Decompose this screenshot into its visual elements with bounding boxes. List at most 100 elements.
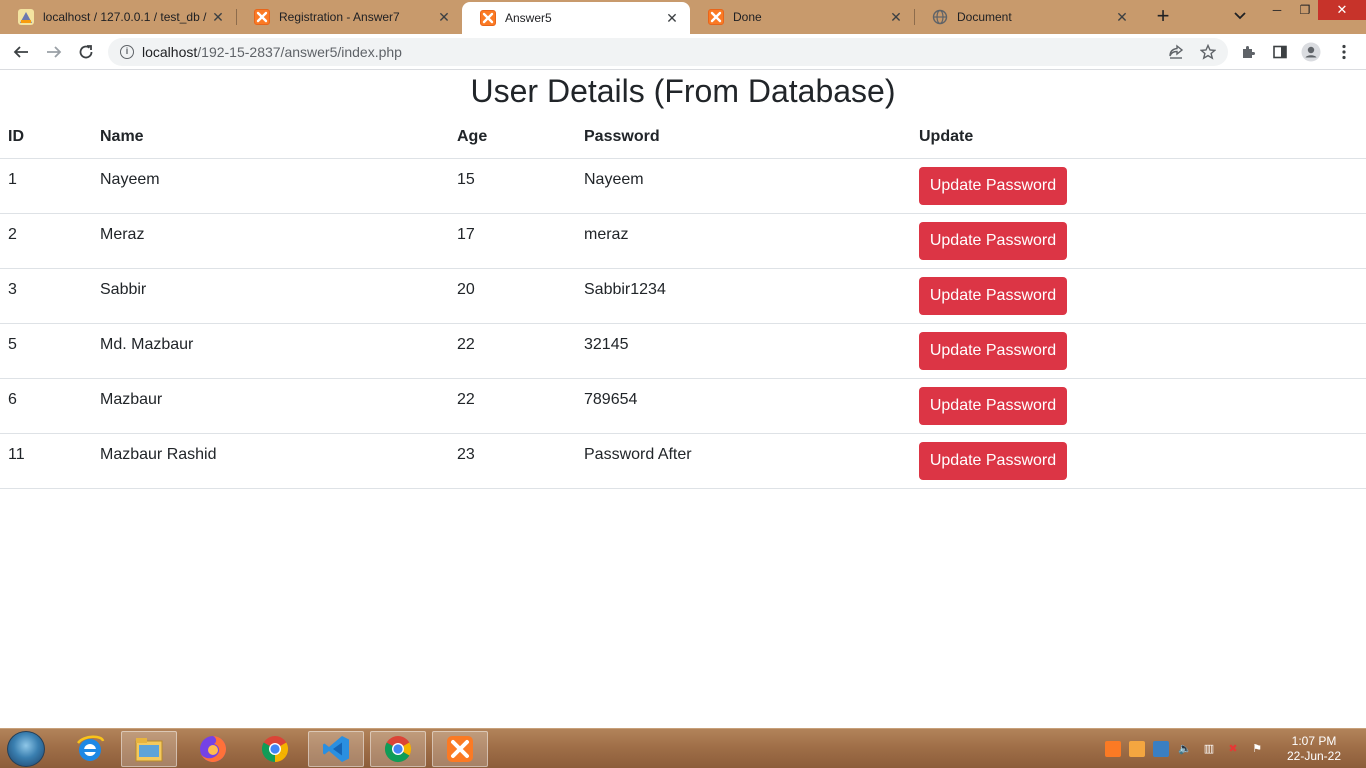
- address-bar[interactable]: i localhost/192-15-2837/answer5/index.ph…: [108, 38, 1228, 66]
- file-explorer-icon[interactable]: [121, 731, 177, 767]
- bookmark-star-icon[interactable]: [1199, 43, 1217, 61]
- cell-id: 2: [0, 213, 92, 269]
- table-header-row: ID Name Age Password Update: [0, 116, 1366, 159]
- update-password-button[interactable]: Update Password: [919, 386, 1067, 425]
- tab-title: Registration - Answer7: [279, 10, 400, 24]
- side-panel-icon[interactable]: [1270, 42, 1290, 62]
- update-password-button[interactable]: Update Password: [919, 276, 1067, 315]
- cell-update: Update Password: [911, 378, 1366, 434]
- url-text: localhost/192-15-2837/answer5/index.php: [142, 44, 402, 60]
- header-name: Name: [92, 116, 449, 159]
- tab-search-chevron-icon[interactable]: [1230, 8, 1250, 26]
- close-icon[interactable]: ✕: [436, 9, 452, 25]
- back-arrow-icon[interactable]: [9, 40, 33, 64]
- network-icon[interactable]: ▥: [1201, 741, 1217, 757]
- tab-document[interactable]: Document ✕: [914, 0, 1140, 34]
- tab-title: localhost / 127.0.0.1 / test_db /: [43, 10, 207, 24]
- firefox-icon[interactable]: [185, 731, 241, 767]
- update-password-button[interactable]: Update Password: [919, 166, 1067, 205]
- table-row: 2 Meraz 17 meraz Update Password: [0, 213, 1366, 269]
- browser-toolbar: i localhost/192-15-2837/answer5/index.ph…: [0, 34, 1366, 70]
- cell-name: Meraz: [92, 213, 449, 269]
- cell-update: Update Password: [911, 268, 1366, 324]
- xampp-tray-icon[interactable]: [1105, 741, 1121, 757]
- cell-password: Sabbir1234: [576, 268, 911, 324]
- xampp-icon: [708, 9, 724, 25]
- xampp-icon: [480, 10, 496, 26]
- globe-icon: [932, 9, 948, 25]
- chrome-icon[interactable]: [370, 731, 426, 767]
- tab-answer5[interactable]: Answer5 ✕: [462, 2, 690, 34]
- cell-update: Update Password: [911, 433, 1366, 489]
- restore-button[interactable]: ❐: [1290, 0, 1320, 22]
- cell-id: 11: [0, 433, 92, 489]
- xampp-control-tray-icon[interactable]: [1129, 741, 1145, 757]
- internet-explorer-icon[interactable]: [62, 731, 118, 767]
- cell-age: 17: [449, 213, 576, 269]
- action-center-flag-icon[interactable]: ⚑: [1249, 741, 1265, 757]
- cell-name: Md. Mazbaur: [92, 323, 449, 379]
- cell-id: 5: [0, 323, 92, 379]
- volume-icon[interactable]: 🔈: [1177, 741, 1193, 757]
- update-password-button[interactable]: Update Password: [919, 331, 1067, 370]
- close-icon[interactable]: ✕: [1114, 9, 1130, 25]
- reload-icon[interactable]: [74, 40, 98, 64]
- cell-name: Nayeem: [92, 158, 449, 214]
- cell-name: Mazbaur: [92, 378, 449, 434]
- forward-arrow-icon[interactable]: [42, 40, 66, 64]
- tab-title: Done: [733, 10, 762, 24]
- window-close-button[interactable]: ✕: [1318, 0, 1366, 20]
- xampp-icon[interactable]: [432, 731, 488, 767]
- update-password-button[interactable]: Update Password: [919, 441, 1067, 480]
- cell-age: 22: [449, 323, 576, 379]
- share-icon[interactable]: [1167, 43, 1185, 61]
- cell-update: Update Password: [911, 323, 1366, 379]
- menu-kebab-icon[interactable]: [1334, 42, 1354, 62]
- minimize-button[interactable]: ─: [1262, 0, 1292, 22]
- update-password-button[interactable]: Update Password: [919, 221, 1067, 260]
- vscode-icon[interactable]: [308, 731, 364, 767]
- alert-tray-icon[interactable]: ✖: [1225, 741, 1241, 757]
- header-id: ID: [0, 116, 92, 159]
- cell-update: Update Password: [911, 213, 1366, 269]
- start-button[interactable]: [7, 731, 45, 767]
- cell-password: 32145: [576, 323, 911, 379]
- cell-name: Sabbir: [92, 268, 449, 324]
- clock-date: 22-Jun-22: [1286, 749, 1342, 763]
- table-row: 5 Md. Mazbaur 22 32145 Update Password: [0, 323, 1366, 379]
- tab-strip: localhost / 127.0.0.1 / test_db / ✕ Regi…: [0, 0, 1366, 34]
- network-manager-tray-icon[interactable]: [1153, 741, 1169, 757]
- header-age: Age: [449, 116, 576, 159]
- header-password: Password: [576, 116, 911, 159]
- header-update: Update: [911, 116, 1366, 159]
- site-info-icon[interactable]: i: [120, 45, 134, 59]
- cell-id: 6: [0, 378, 92, 434]
- cell-id: 3: [0, 268, 92, 324]
- cell-age: 23: [449, 433, 576, 489]
- new-tab-button[interactable]: +: [1150, 5, 1176, 29]
- xampp-icon: [254, 9, 270, 25]
- close-icon[interactable]: ✕: [664, 10, 680, 26]
- cell-age: 20: [449, 268, 576, 324]
- cell-name: Mazbaur Rashid: [92, 433, 449, 489]
- cell-id: 1: [0, 158, 92, 214]
- tab-done[interactable]: Done ✕: [690, 0, 914, 34]
- cell-password: Nayeem: [576, 158, 911, 214]
- users-table: ID Name Age Password Update 1 Nayeem 15 …: [0, 116, 1366, 489]
- close-icon[interactable]: ✕: [210, 9, 226, 25]
- cell-password: meraz: [576, 213, 911, 269]
- cell-age: 22: [449, 378, 576, 434]
- tab-registration-answer7[interactable]: Registration - Answer7 ✕: [236, 0, 462, 34]
- table-row: 3 Sabbir 20 Sabbir1234 Update Password: [0, 268, 1366, 324]
- cell-age: 15: [449, 158, 576, 214]
- tab-phpmyadmin[interactable]: localhost / 127.0.0.1 / test_db / ✕: [0, 0, 236, 34]
- cell-password: Password After: [576, 433, 911, 489]
- tab-title: Answer5: [505, 11, 552, 25]
- profile-avatar-icon[interactable]: [1301, 42, 1321, 62]
- extensions-puzzle-icon[interactable]: [1238, 42, 1258, 62]
- close-icon[interactable]: ✕: [888, 9, 904, 25]
- table-row: 11 Mazbaur Rashid 23 Password After Upda…: [0, 433, 1366, 489]
- chrome-icon[interactable]: [247, 731, 303, 767]
- phpmyadmin-icon: [18, 9, 34, 25]
- system-clock[interactable]: 1:07 PM 22-Jun-22: [1278, 734, 1350, 764]
